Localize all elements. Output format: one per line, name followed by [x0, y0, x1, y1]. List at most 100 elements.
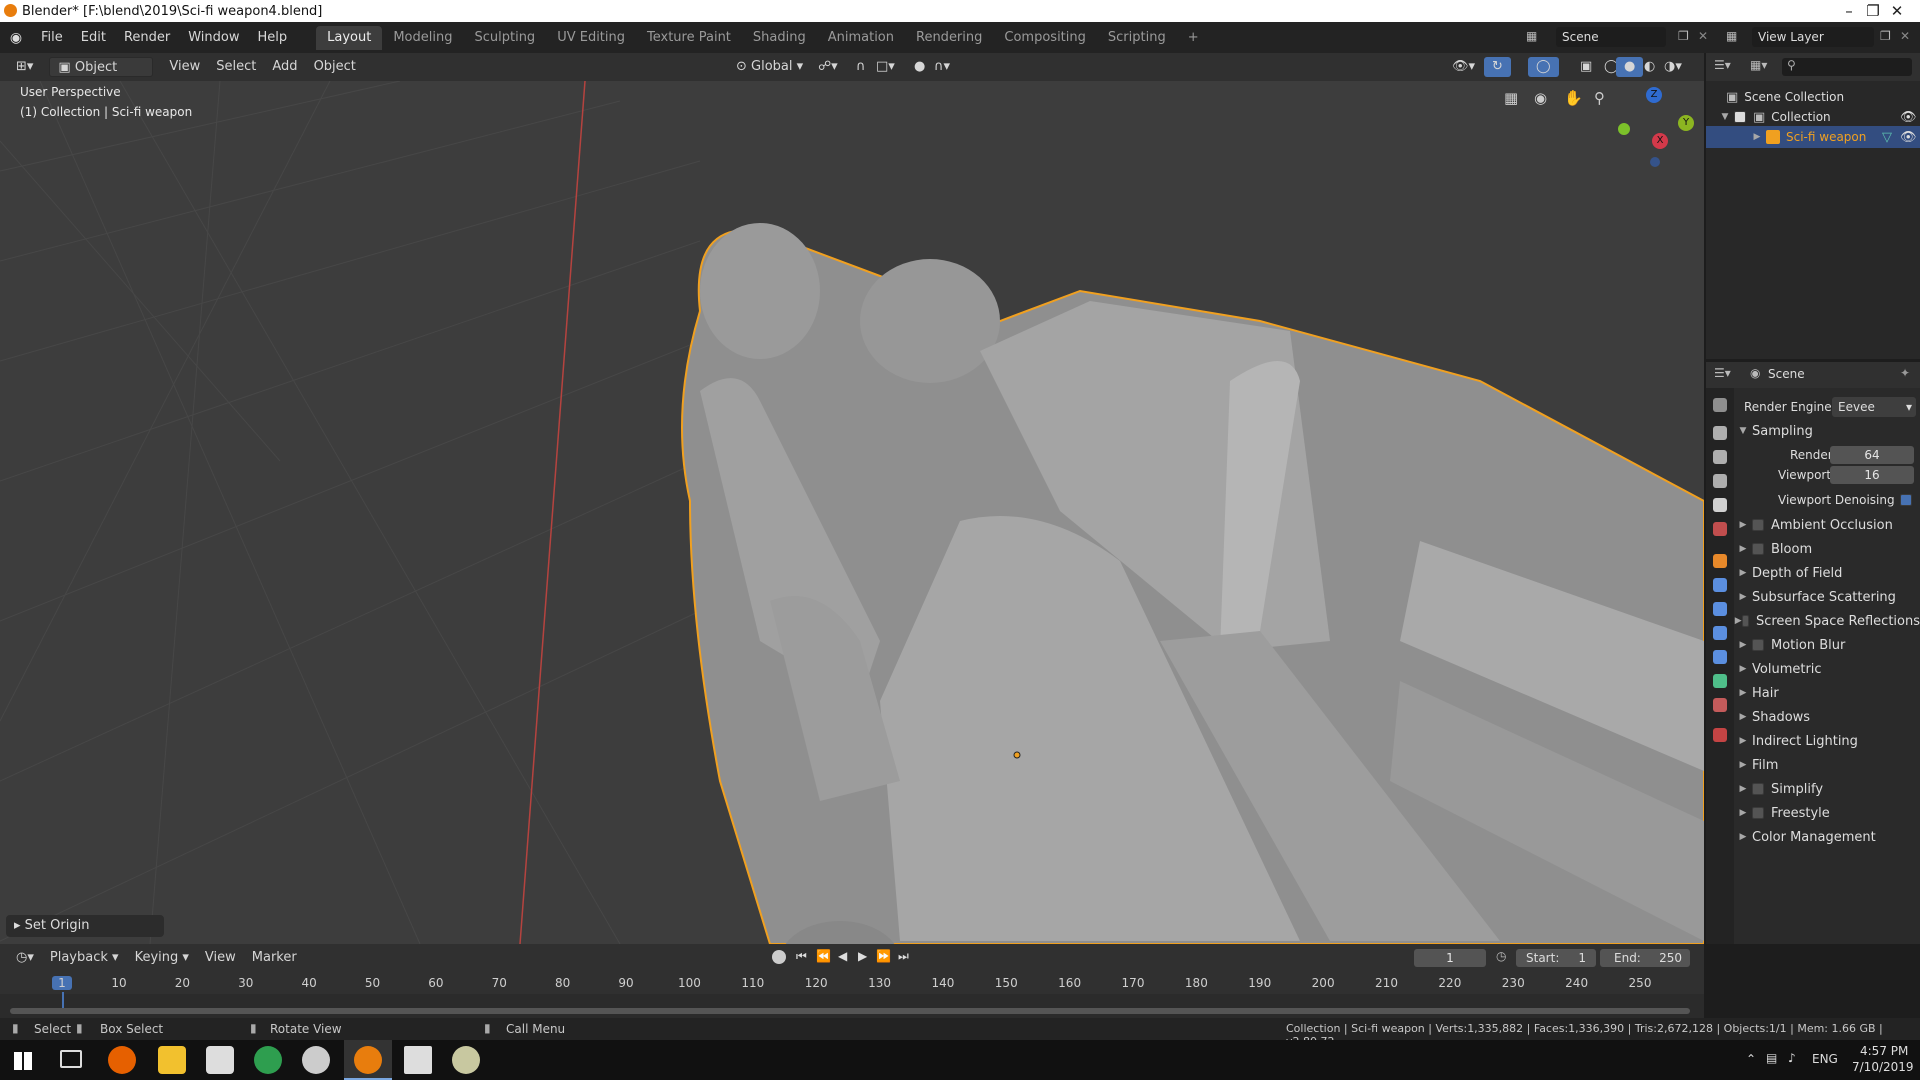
- clock-date[interactable]: 7/10/2019: [1852, 1060, 1914, 1074]
- panel-shadows[interactable]: ▶ Shadows: [1734, 706, 1920, 728]
- close-button[interactable]: ✕: [1874, 0, 1920, 22]
- timeline-menu-playback[interactable]: Playback ▾: [42, 948, 127, 968]
- outliner-row-scene-collection[interactable]: ▣ Scene Collection: [1706, 86, 1920, 108]
- scene-tab-icon[interactable]: [1713, 498, 1727, 512]
- sampling-render-field[interactable]: 64: [1830, 446, 1914, 464]
- panel-depth-of-field[interactable]: ▶ Depth of Field: [1734, 562, 1920, 584]
- jump-keyframe-back-icon[interactable]: ⏪: [816, 949, 831, 963]
- sci-fi-weapon-mesh[interactable]: [681, 223, 1704, 944]
- collection-exclude-checkbox[interactable]: [1734, 111, 1746, 123]
- blender-menu-icon[interactable]: ◉: [0, 30, 32, 46]
- current-frame-field[interactable]: 1: [1414, 949, 1486, 967]
- mode-dropdown[interactable]: ▣ Object Mode ▾: [49, 57, 154, 95]
- timeline-menu-view[interactable]: View: [197, 948, 244, 968]
- toggle-camera-view-icon[interactable]: ▦: [1504, 89, 1518, 107]
- scene-selector-icon[interactable]: ▦: [1526, 29, 1537, 43]
- task-view-icon[interactable]: [60, 1050, 82, 1068]
- object-tab-icon[interactable]: [1713, 554, 1727, 568]
- jump-end-icon[interactable]: ⏭: [898, 949, 909, 964]
- gizmo-toggle-icon[interactable]: ↻: [1484, 57, 1511, 77]
- jump-start-icon[interactable]: ⏮: [796, 949, 807, 964]
- navigation-gizmo[interactable]: Z Y X: [1598, 85, 1694, 167]
- view-layer-field[interactable]: View Layer: [1752, 27, 1874, 47]
- timeline-menu-keying[interactable]: Keying ▾: [127, 948, 197, 968]
- viewport-menu-add[interactable]: Add: [264, 57, 305, 77]
- tab-scripting[interactable]: Scripting: [1097, 26, 1177, 50]
- tab-animation[interactable]: Animation: [817, 26, 905, 50]
- panel-simplify[interactable]: ▶ Simplify: [1734, 778, 1920, 800]
- output-tab-icon[interactable]: [1713, 450, 1727, 464]
- collection-visibility-icon[interactable]: 👁: [1900, 110, 1917, 125]
- timeline-menu-marker[interactable]: Marker: [244, 948, 305, 968]
- menu-render[interactable]: Render: [115, 22, 179, 53]
- transform-orientation-dropdown[interactable]: ⊙ Global ▾: [728, 57, 811, 77]
- snap-target-icon[interactable]: □▾: [868, 57, 903, 77]
- view-layer-icon[interactable]: ▦: [1726, 29, 1737, 43]
- end-frame-field[interactable]: End: 250: [1600, 949, 1690, 967]
- jump-keyframe-forward-icon[interactable]: ⏩: [876, 949, 891, 963]
- material-tab-icon[interactable]: [1713, 698, 1727, 712]
- outliner-search-field[interactable]: ⚲: [1782, 58, 1912, 76]
- windows-start-icon[interactable]: [14, 1052, 32, 1070]
- gizmo-neg-y[interactable]: [1618, 123, 1630, 135]
- scene-name-field[interactable]: Scene: [1556, 27, 1666, 47]
- tab-shading[interactable]: Shading: [742, 26, 817, 50]
- viewport-denoising-checkbox[interactable]: [1900, 494, 1912, 506]
- panel-enable-checkbox[interactable]: [1752, 807, 1764, 819]
- firefox-icon[interactable]: [108, 1046, 136, 1074]
- tray-arrow-icon[interactable]: ⌃: [1746, 1052, 1756, 1066]
- panel-volumetric[interactable]: ▶ Volumetric: [1734, 658, 1920, 680]
- menu-file[interactable]: File: [32, 22, 72, 53]
- physics-tab-icon[interactable]: [1713, 626, 1727, 640]
- expand-object-icon[interactable]: ▶: [1748, 132, 1766, 142]
- render-tab-icon[interactable]: [1713, 426, 1727, 440]
- new-scene-icon[interactable]: ❐: [1678, 29, 1689, 43]
- panel-bloom[interactable]: ▶ Bloom: [1734, 538, 1920, 560]
- camera-icon[interactable]: ◉: [1534, 89, 1547, 107]
- unity-icon[interactable]: [404, 1046, 432, 1074]
- delete-view-layer-icon[interactable]: ✕: [1900, 29, 1910, 43]
- panel-enable-checkbox[interactable]: [1752, 639, 1764, 651]
- volume-icon[interactable]: ♪: [1788, 1051, 1796, 1065]
- menu-window[interactable]: Window: [179, 22, 248, 53]
- pivot-point-icon[interactable]: ☍▾: [810, 57, 846, 77]
- panel-color-management[interactable]: ▶ Color Management: [1734, 826, 1920, 848]
- language-indicator[interactable]: ENG: [1812, 1052, 1838, 1066]
- tab-sculpting[interactable]: Sculpting: [463, 26, 546, 50]
- store-icon[interactable]: [206, 1046, 234, 1074]
- panel-film[interactable]: ▶ Film: [1734, 754, 1920, 776]
- file-explorer-icon[interactable]: [158, 1046, 186, 1074]
- outliner-editor-icon[interactable]: ☰▾: [1714, 58, 1731, 72]
- outliner-row-sci-fi-weapon[interactable]: ▶ Sci-fi weapon ▽ 👁: [1706, 126, 1920, 148]
- panel-freestyle[interactable]: ▶ Freestyle: [1734, 802, 1920, 824]
- play-reverse-icon[interactable]: ◀: [838, 949, 847, 963]
- panel-screen-space-reflections[interactable]: ▶ Screen Space Reflections: [1734, 610, 1920, 632]
- playhead-line[interactable]: [62, 992, 64, 1008]
- overlay-toggle-icon[interactable]: ◯: [1528, 57, 1559, 77]
- falloff-icon[interactable]: ∩▾: [926, 57, 958, 77]
- menu-edit[interactable]: Edit: [72, 22, 115, 53]
- network-icon[interactable]: ▤: [1766, 1051, 1777, 1065]
- gizmo-axis-z[interactable]: Z: [1646, 87, 1662, 103]
- pin-icon[interactable]: ✦: [1900, 366, 1910, 380]
- new-view-layer-icon[interactable]: ❐: [1880, 29, 1891, 43]
- add-workspace-icon[interactable]: +: [1177, 26, 1210, 50]
- editor-type-icon[interactable]: ⊞▾: [8, 57, 41, 77]
- timeline-scrollbar[interactable]: [10, 1008, 1690, 1014]
- expand-collection-icon[interactable]: ▼: [1716, 112, 1734, 122]
- tab-layout[interactable]: Layout: [316, 25, 383, 50]
- outliner-row-collection[interactable]: ▼ ▣ Collection 👁: [1706, 106, 1920, 128]
- viewport-scene[interactable]: [0, 81, 1704, 944]
- object-visibility-icon[interactable]: 👁: [1900, 130, 1917, 145]
- viewport-menu-select[interactable]: Select: [208, 57, 264, 77]
- sampling-viewport-field[interactable]: 16: [1830, 466, 1914, 484]
- properties-editor-icon[interactable]: ☰▾: [1714, 366, 1731, 380]
- visibility-icon[interactable]: 👁▾: [1444, 57, 1483, 77]
- timeline-area[interactable]: 1 10 20 30 40 50 60 70 80 90 100 110 120 130 140 150 160…: [0, 972, 1704, 1018]
- panel-hair[interactable]: ▶ Hair: [1734, 682, 1920, 704]
- display-mode-icon[interactable]: ▦▾: [1750, 58, 1767, 72]
- tab-rendering[interactable]: Rendering: [905, 26, 993, 50]
- gizmo-axis-x[interactable]: X: [1652, 133, 1668, 149]
- panel-enable-checkbox[interactable]: [1752, 543, 1764, 555]
- playhead-frame-indicator[interactable]: 1: [52, 976, 72, 990]
